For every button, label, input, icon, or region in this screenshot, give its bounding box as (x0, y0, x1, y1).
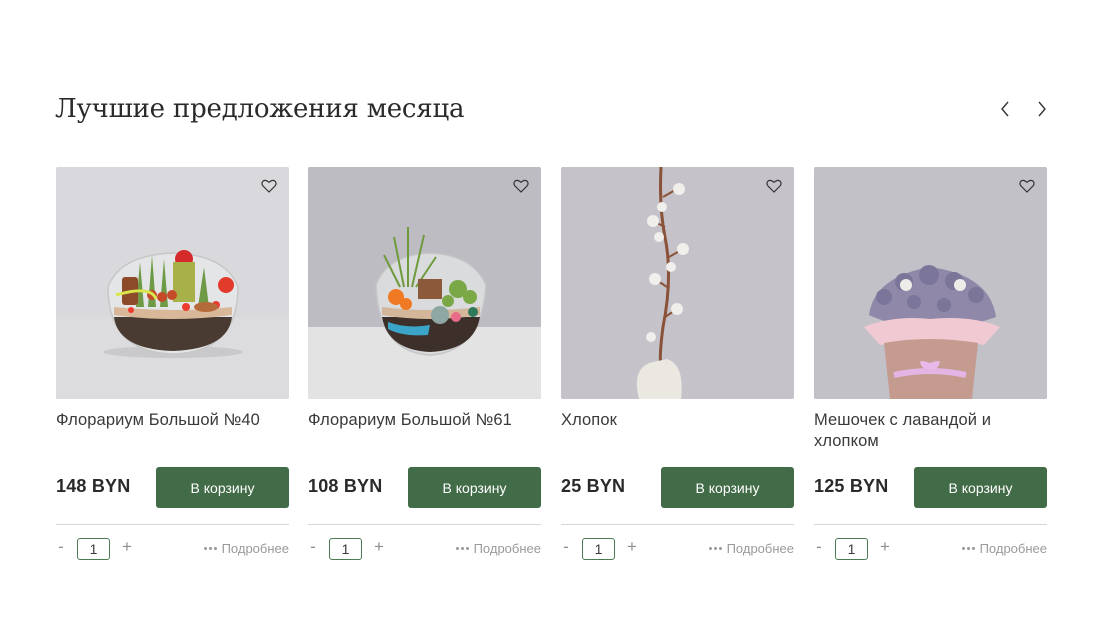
product-name[interactable]: Флорариум Большой №61 (308, 410, 541, 431)
heart-icon[interactable] (511, 177, 531, 195)
product-card: Флорариум Большой №40 148 BYN В корзину … (56, 167, 289, 567)
section-title: Лучшие предложения месяца (55, 94, 465, 124)
product-price: 148 BYN (56, 476, 131, 496)
quantity-increase-button[interactable]: + (120, 537, 134, 557)
add-to-cart-button[interactable]: В корзину (661, 467, 794, 508)
product-image[interactable] (561, 167, 794, 399)
product-price: 125 BYN (814, 476, 889, 496)
product-name[interactable]: Хлопок (561, 410, 794, 431)
more-dots-icon (961, 546, 975, 550)
quantity-input[interactable] (329, 538, 362, 560)
add-to-cart-button[interactable]: В корзину (156, 467, 289, 508)
chevron-left-icon (1001, 101, 1009, 117)
carousel-next-button[interactable] (1031, 96, 1053, 122)
product-image[interactable] (814, 167, 1047, 399)
more-dots-icon (203, 546, 217, 550)
quantity-increase-button[interactable]: + (372, 537, 386, 557)
product-image[interactable] (56, 167, 289, 399)
quantity-decrease-button[interactable]: - (559, 537, 573, 557)
details-link[interactable]: Подробнее (708, 539, 794, 557)
quantity-increase-button[interactable]: + (625, 537, 639, 557)
details-link[interactable]: Подробнее (203, 539, 289, 557)
divider (56, 524, 289, 525)
product-card: Флорариум Большой №61 108 BYN В корзину … (308, 167, 541, 567)
divider (561, 524, 794, 525)
heart-icon[interactable] (1017, 177, 1037, 195)
quantity-input[interactable] (582, 538, 615, 560)
more-dots-icon (708, 546, 722, 550)
product-price: 25 BYN (561, 476, 626, 496)
quantity-increase-button[interactable]: + (878, 537, 892, 557)
heart-icon[interactable] (259, 177, 279, 195)
heart-icon[interactable] (764, 177, 784, 195)
quantity-input[interactable] (835, 538, 868, 560)
quantity-input[interactable] (77, 538, 110, 560)
product-price: 108 BYN (308, 476, 383, 496)
add-to-cart-button[interactable]: В корзину (408, 467, 541, 508)
divider (814, 524, 1047, 525)
divider (308, 524, 541, 525)
details-link[interactable]: Подробнее (961, 539, 1047, 557)
carousel-prev-button[interactable] (994, 96, 1016, 122)
details-label: Подробнее (473, 540, 541, 556)
product-card: Хлопок 25 BYN В корзину - + Подробнее (561, 167, 794, 567)
details-label: Подробнее (726, 540, 794, 556)
product-card: Мешочек с лавандой и хлопком 125 BYN В к… (814, 167, 1047, 567)
details-label: Подробнее (979, 540, 1047, 556)
quantity-decrease-button[interactable]: - (306, 537, 320, 557)
add-to-cart-button[interactable]: В корзину (914, 467, 1047, 508)
product-name[interactable]: Мешочек с лавандой и хлопком (814, 410, 1047, 452)
chevron-right-icon (1038, 101, 1046, 117)
product-image[interactable] (308, 167, 541, 399)
quantity-decrease-button[interactable]: - (54, 537, 68, 557)
details-label: Подробнее (221, 540, 289, 556)
more-dots-icon (455, 546, 469, 550)
details-link[interactable]: Подробнее (455, 539, 541, 557)
product-name[interactable]: Флорариум Большой №40 (56, 410, 289, 431)
quantity-decrease-button[interactable]: - (812, 537, 826, 557)
